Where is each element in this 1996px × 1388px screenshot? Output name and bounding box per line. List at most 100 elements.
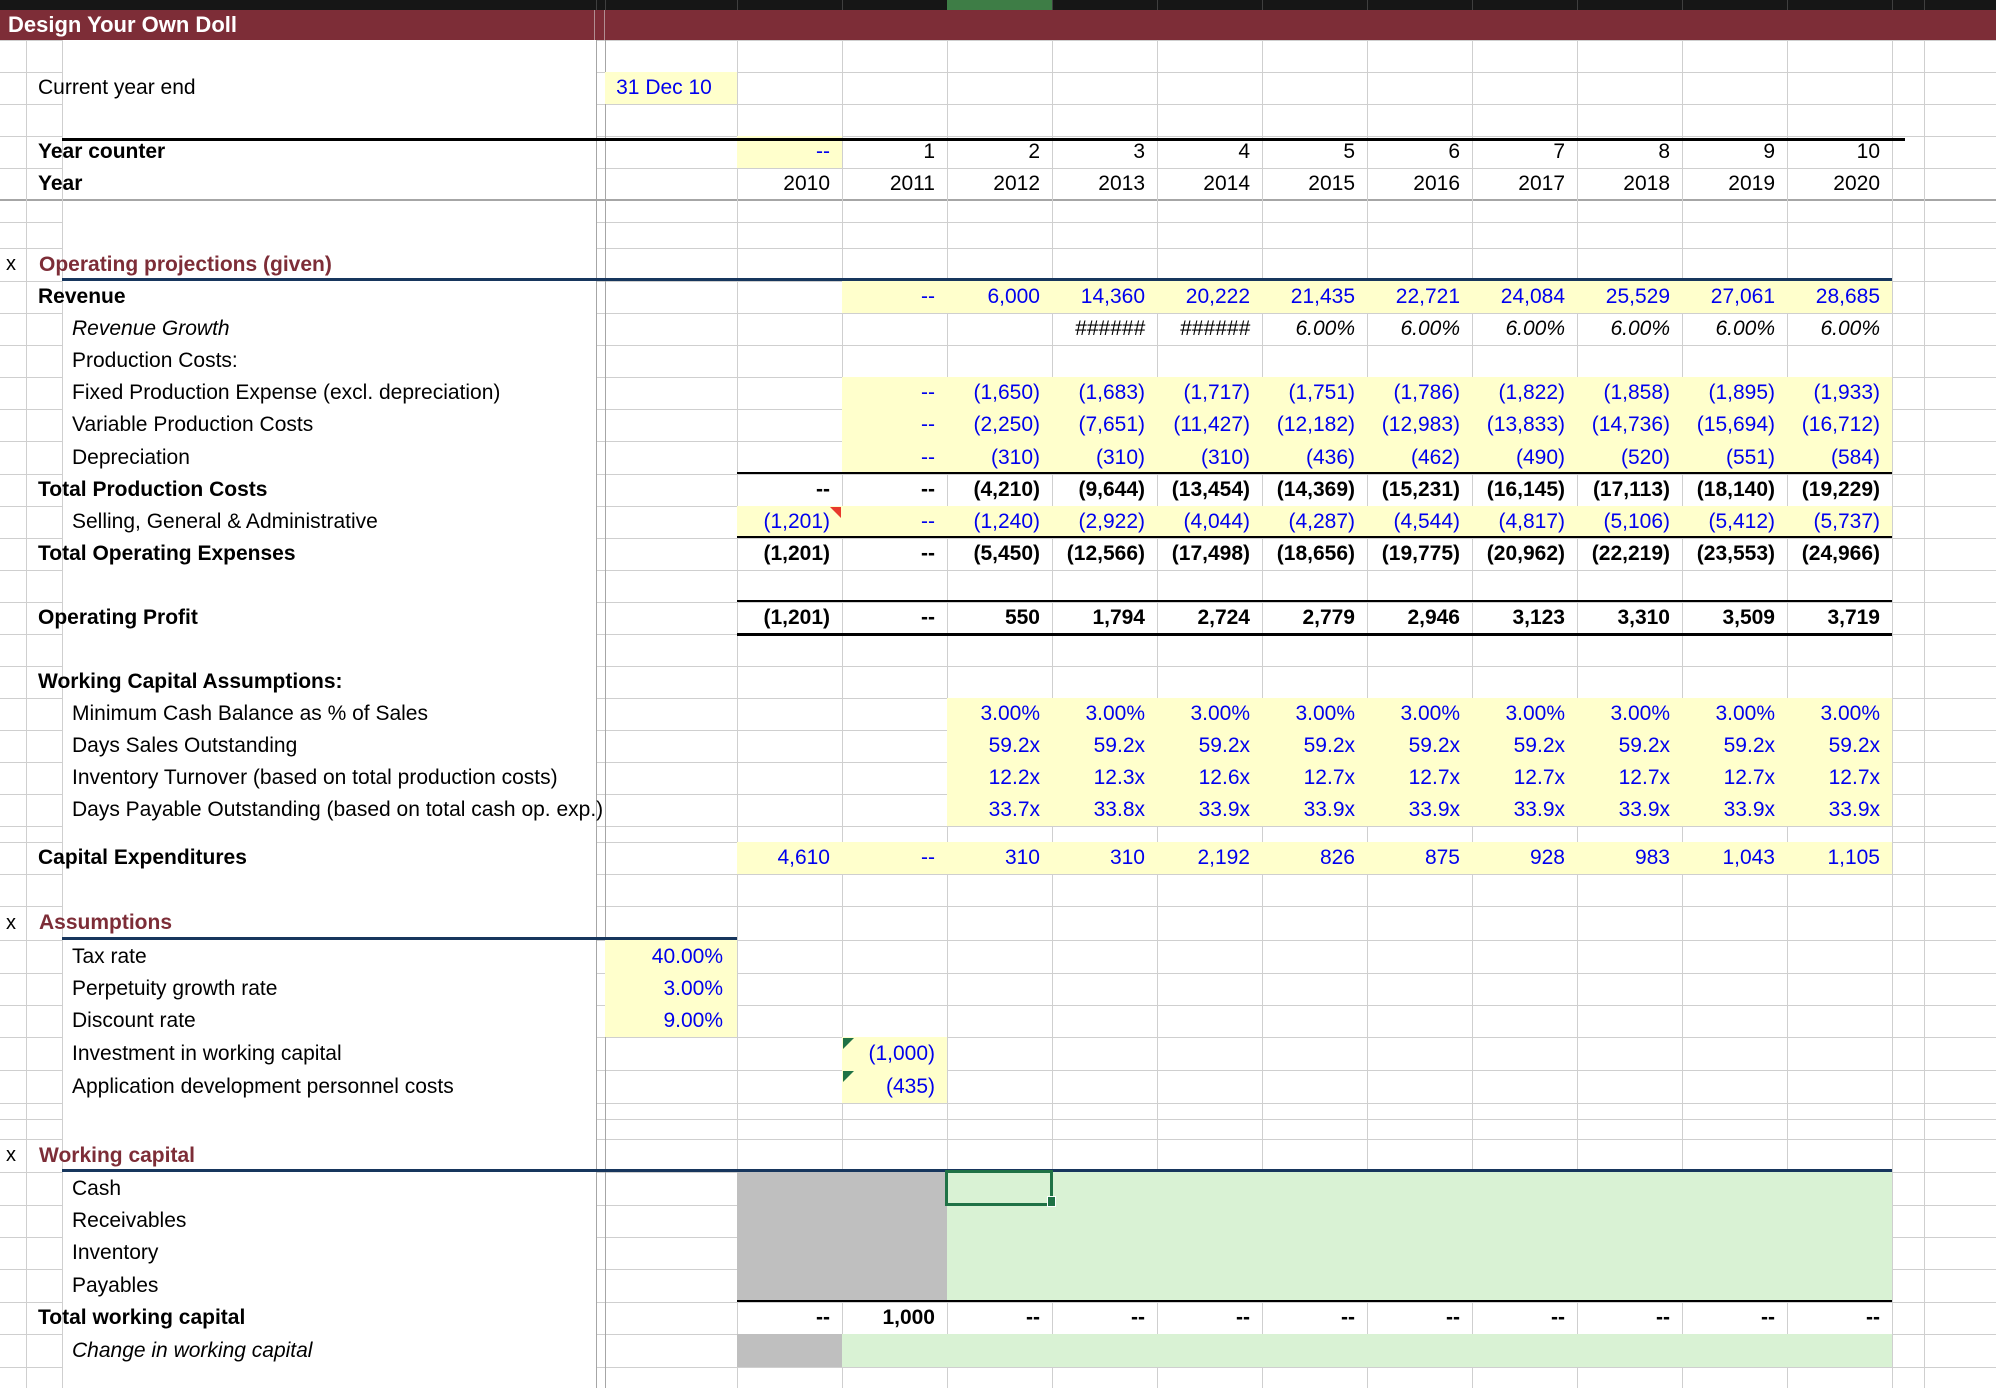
cell-inventory_turnover-2012[interactable]: 12.2x [947,762,1040,794]
section-collapse-marker[interactable]: x [6,1139,16,1172]
cell-depreciation-2018[interactable]: (520) [1577,441,1670,474]
cell-capex-2019[interactable]: 1,043 [1682,842,1775,874]
gridline-row[interactable] [596,1070,1996,1071]
gridline-col-double[interactable] [596,40,597,1388]
section-collapse-marker[interactable]: x [6,906,16,940]
cell-sga-2010[interactable]: (1,201) [737,506,830,538]
label-total_production[interactable]: Total Production Costs [38,474,267,506]
cell-inventory_turnover-2014[interactable]: 12.6x [1157,762,1250,794]
cell-revenue_growth-2017[interactable]: 6.00% [1472,313,1565,345]
cell-sga-2015[interactable]: (4,287) [1262,506,1355,538]
cell-variable_production-2012[interactable]: (2,250) [947,409,1040,441]
cell-min_cash-2016[interactable]: 3.00% [1367,698,1460,730]
cell-total_production-2012[interactable]: (4,210) [947,474,1040,506]
cell-depreciation-2011[interactable]: -- [842,441,935,474]
formula-flag-icon[interactable] [843,1071,854,1082]
cell-year_counter-2015[interactable]: 5 [1262,136,1355,168]
cell-depreciation-2020[interactable]: (584) [1787,441,1880,474]
cell-year-2017[interactable]: 2017 [1472,168,1565,200]
gridline-row[interactable] [0,730,62,731]
cell-investment_wc-2011[interactable]: (1,000) [842,1037,935,1070]
gridline-row[interactable] [0,1334,62,1335]
cell-total_production-2011[interactable]: -- [842,474,935,506]
cell-total_production-2019[interactable]: (18,140) [1682,474,1775,506]
cell-dso-2012[interactable]: 59.2x [947,730,1040,762]
cell-min_cash-2013[interactable]: 3.00% [1052,698,1145,730]
cell-operating_profit-2017[interactable]: 3,123 [1472,602,1565,634]
cell-variable_production-2018[interactable]: (14,736) [1577,409,1670,441]
label-revenue[interactable]: Revenue [38,281,126,313]
gridline-row[interactable] [0,794,62,795]
cell-depreciation-2012[interactable]: (310) [947,441,1040,474]
gridline-row[interactable] [0,345,62,346]
cell-operating_profit-2012[interactable]: 550 [947,602,1040,634]
cell-total_opex-2018[interactable]: (22,219) [1577,538,1670,570]
cell-revenue-2018[interactable]: 25,529 [1577,281,1670,313]
label-total_wc[interactable]: Total working capital [38,1302,245,1334]
gridline-row[interactable] [596,826,1996,827]
cell-tax_rate-value[interactable]: 40.00% [605,940,723,973]
cell-dso-2019[interactable]: 59.2x [1682,730,1775,762]
gridline-row[interactable] [596,1119,1996,1120]
cell-total_production-2014[interactable]: (13,454) [1157,474,1250,506]
cell-inventory_turnover-2013[interactable]: 12.3x [1052,762,1145,794]
cell-inventory_turnover-2017[interactable]: 12.7x [1472,762,1565,794]
cell-year_counter-2017[interactable]: 7 [1472,136,1565,168]
cell-fixed_production-2011[interactable]: -- [842,377,935,409]
cell-dso-2013[interactable]: 59.2x [1052,730,1145,762]
gridline-row[interactable] [596,1103,1996,1104]
gridline-row[interactable] [596,940,1996,941]
cell-sga-2012[interactable]: (1,240) [947,506,1040,538]
cell-current_year_end-value[interactable]: 31 Dec 10 [605,72,723,104]
gridline-row[interactable] [0,1172,62,1173]
cell-total_wc-2011[interactable]: 1,000 [842,1302,935,1334]
label-operating_profit[interactable]: Operating Profit [38,602,198,634]
cell-dpo-2017[interactable]: 33.9x [1472,794,1565,826]
cell-variable_production-2011[interactable]: -- [842,409,935,441]
cell-variable_production-2019[interactable]: (15,694) [1682,409,1775,441]
label-inventory_turnover[interactable]: Inventory Turnover (based on total produ… [72,762,558,794]
cell-depreciation-2016[interactable]: (462) [1367,441,1460,474]
cell-variable_production-2017[interactable]: (13,833) [1472,409,1565,441]
gridline-row[interactable] [596,1037,1996,1038]
label-change_wc[interactable]: Change in working capital [72,1334,312,1367]
label-depreciation[interactable]: Depreciation [72,441,190,474]
cell-year_counter-2020[interactable]: 10 [1787,136,1880,168]
cell-total_production-2010[interactable]: -- [737,474,830,506]
cell-fixed_production-2019[interactable]: (1,895) [1682,377,1775,409]
cell-revenue-2019[interactable]: 27,061 [1682,281,1775,313]
cell-operating_profit-2010[interactable]: (1,201) [737,602,830,634]
section-title-section_operating[interactable]: Operating projections (given) [39,248,332,281]
gridline-row[interactable] [0,1237,62,1238]
cell-revenue-2016[interactable]: 22,721 [1367,281,1460,313]
gridline-row[interactable] [0,940,62,941]
cell-dpo-2020[interactable]: 33.9x [1787,794,1880,826]
cell-fixed_production-2013[interactable]: (1,683) [1052,377,1145,409]
cell-revenue_growth-2018[interactable]: 6.00% [1577,313,1670,345]
cell-fixed_production-2020[interactable]: (1,933) [1787,377,1880,409]
cell-fixed_production-2016[interactable]: (1,786) [1367,377,1460,409]
cell-year-2011[interactable]: 2011 [842,168,935,200]
label-investment_wc[interactable]: Investment in working capital [72,1037,342,1070]
cell-capex-2010[interactable]: 4,610 [737,842,830,874]
cell-year-2020[interactable]: 2020 [1787,168,1880,200]
cell-total_wc-2019[interactable]: -- [1682,1302,1775,1334]
cell-year_counter-2013[interactable]: 3 [1052,136,1145,168]
cell-inventory_turnover-2015[interactable]: 12.7x [1262,762,1355,794]
cell-revenue-2014[interactable]: 20,222 [1157,281,1250,313]
gridline-row[interactable] [0,634,62,635]
cell-capex-2020[interactable]: 1,105 [1787,842,1880,874]
label-receivables[interactable]: Receivables [72,1205,186,1237]
cell-operating_profit-2019[interactable]: 3,509 [1682,602,1775,634]
cell-sga-2020[interactable]: (5,737) [1787,506,1880,538]
cell-fixed_production-2014[interactable]: (1,717) [1157,377,1250,409]
cell-year-2016[interactable]: 2016 [1367,168,1460,200]
cell-app_dev-2011[interactable]: (435) [842,1070,935,1103]
gridline-row[interactable] [0,1119,62,1120]
gridline-row[interactable] [596,666,1996,667]
cell-total_production-2015[interactable]: (14,369) [1262,474,1355,506]
gridline-row[interactable] [596,874,1996,875]
change-wc-green-band[interactable] [842,1334,1892,1367]
section-title-section_wc[interactable]: Working capital [39,1139,195,1172]
label-fixed_production[interactable]: Fixed Production Expense (excl. deprecia… [72,377,500,409]
